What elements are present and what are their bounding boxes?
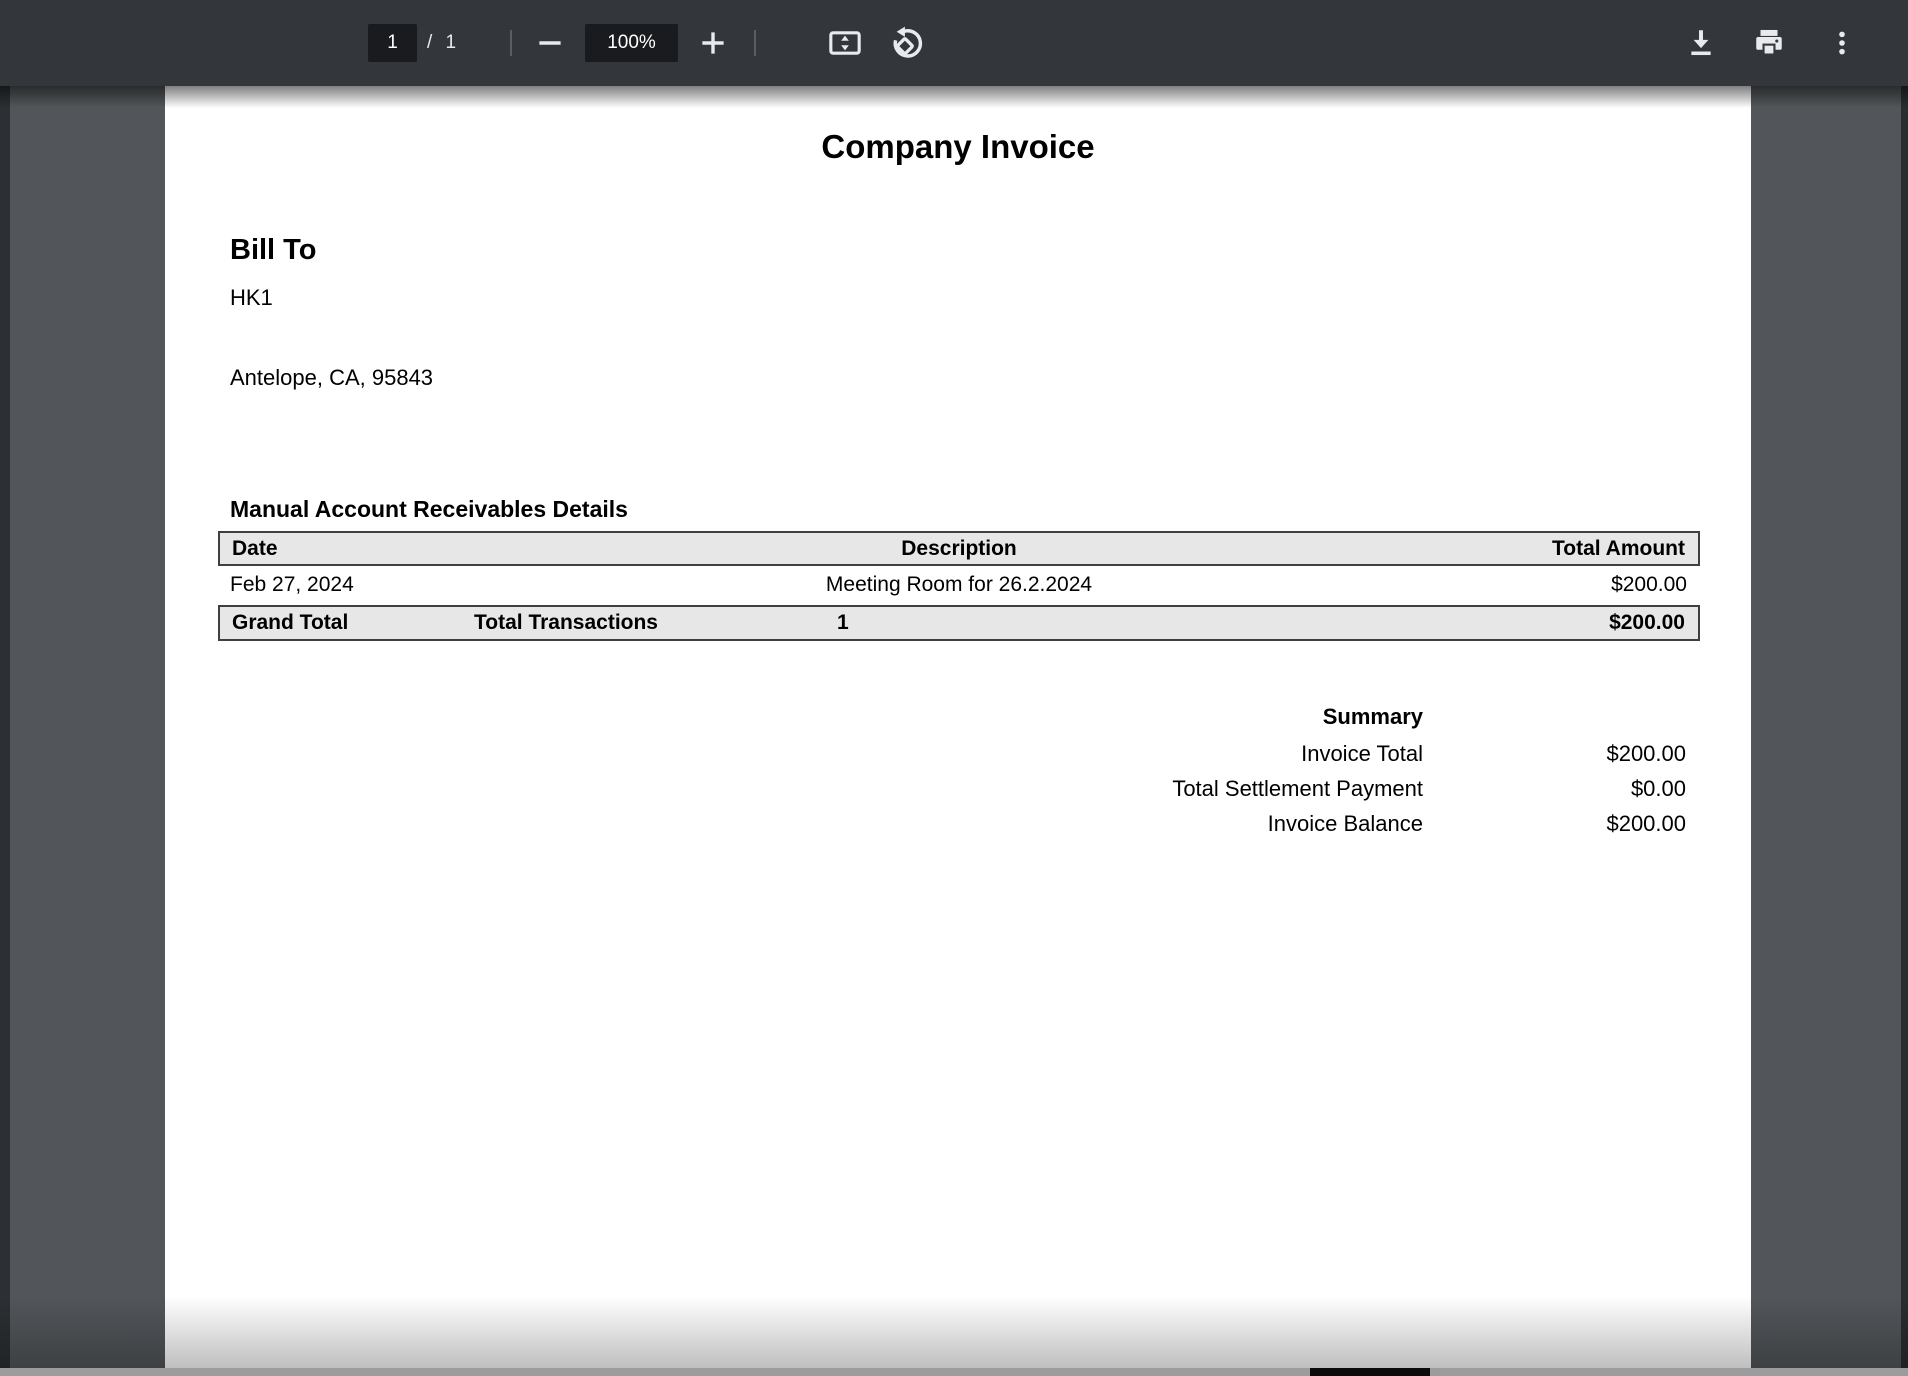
zoom-out-icon — [533, 26, 567, 60]
header-cell-total-amount: Total Amount — [1552, 533, 1685, 564]
bill-to-address: Antelope, CA, 95843 — [230, 365, 433, 391]
bill-to-name: HK1 — [230, 285, 273, 311]
invoice-title: Company Invoice — [165, 128, 1751, 166]
summary-value: $200.00 — [1606, 739, 1686, 769]
pdf-toolbar: / 1 100% — [0, 0, 1908, 86]
table-header-row: Date Description Total Amount — [218, 531, 1700, 566]
cell-total-amount: $200.00 — [1611, 566, 1687, 604]
pdf-page: Company Invoice Bill To HK1 Antelope, CA… — [165, 86, 1751, 1368]
grand-total-row: Grand Total Total Transactions 1 $200.00 — [218, 605, 1700, 641]
receivables-heading: Manual Account Receivables Details — [230, 496, 628, 523]
download-icon — [1684, 26, 1718, 60]
toolbar-separator — [510, 30, 512, 56]
horizontal-scrollbar[interactable] — [0, 1368, 1908, 1376]
header-cell-date: Date — [232, 533, 278, 564]
table-row: Feb 27, 2024 Meeting Room for 26.2.2024 … — [218, 566, 1700, 604]
bill-to-heading: Bill To — [230, 234, 316, 267]
zoom-out-button[interactable] — [532, 25, 568, 61]
summary-row: Invoice Total $200.00 — [165, 739, 1751, 769]
page-number-input[interactable] — [368, 24, 417, 62]
horizontal-scrollbar-thumb[interactable] — [1310, 1368, 1430, 1376]
total-transactions-label: Total Transactions — [474, 607, 658, 639]
summary-value: $0.00 — [1631, 774, 1686, 804]
right-edge-strip — [1901, 86, 1908, 1376]
grand-total-label: Grand Total — [232, 607, 348, 639]
download-button[interactable] — [1683, 25, 1719, 61]
header-cell-description: Description — [901, 533, 1017, 564]
page-count-label: / 1 — [427, 24, 460, 62]
summary-row: Total Settlement Payment $0.00 — [165, 774, 1751, 804]
zoom-level-display[interactable]: 100% — [585, 24, 678, 62]
toolbar-separator — [754, 30, 756, 56]
print-icon — [1751, 26, 1787, 60]
cell-description: Meeting Room for 26.2.2024 — [826, 566, 1092, 604]
rotate-counterclockwise-icon — [888, 25, 926, 61]
summary-row: Invoice Balance $200.00 — [165, 809, 1751, 839]
grand-total-amount: $200.00 — [1609, 607, 1685, 639]
zoom-in-icon — [696, 26, 730, 60]
cell-date: Feb 27, 2024 — [230, 566, 354, 604]
pdf-viewer-area: Company Invoice Bill To HK1 Antelope, CA… — [0, 86, 1908, 1376]
summary-heading: Summary — [1323, 702, 1423, 732]
fit-to-page-icon — [826, 26, 864, 60]
summary-value: $200.00 — [1606, 809, 1686, 839]
print-button[interactable] — [1750, 25, 1788, 61]
summary-label: Total Settlement Payment — [1172, 774, 1423, 804]
rotate-button[interactable] — [886, 23, 928, 63]
total-transactions-count: 1 — [837, 607, 849, 639]
summary-heading-row: Summary — [165, 702, 1751, 732]
receivables-table: Date Description Total Amount Feb 27, 20… — [218, 531, 1700, 641]
summary-label: Invoice Total — [1301, 739, 1423, 769]
fit-to-page-button[interactable] — [825, 24, 865, 62]
summary-label: Invoice Balance — [1268, 809, 1423, 839]
more-vertical-icon — [1828, 26, 1856, 60]
zoom-in-button[interactable] — [695, 25, 731, 61]
left-edge-strip — [0, 86, 10, 1376]
more-options-button[interactable] — [1828, 25, 1856, 61]
